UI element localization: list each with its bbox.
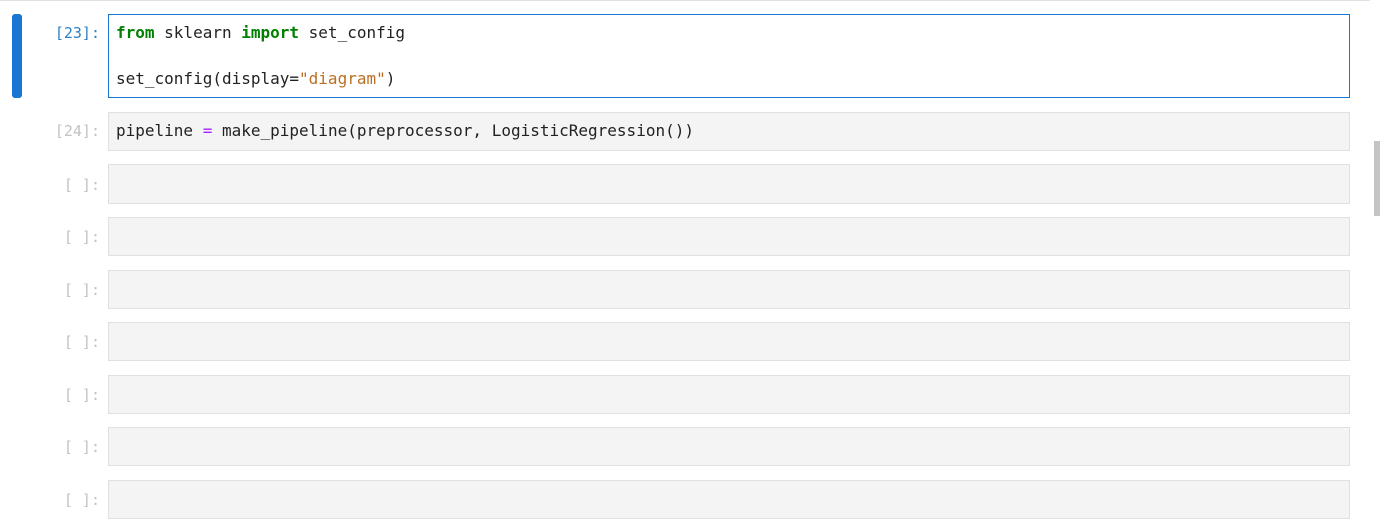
code-cell[interactable]: [ ]: xyxy=(0,164,1370,204)
code-token-plain: make_pipeline(preprocessor, LogisticRegr… xyxy=(212,121,694,140)
cell-editor[interactable]: pipeline = make_pipeline(preprocessor, L… xyxy=(108,112,1350,151)
code-cell[interactable]: [ ]: xyxy=(0,480,1370,519)
execution-count-prompt: [ ]: xyxy=(63,386,100,404)
execution-count-prompt: [ ]: xyxy=(63,228,100,246)
execution-count-prompt: [ ]: xyxy=(63,176,100,194)
scrollbar-thumb[interactable] xyxy=(1374,141,1380,216)
execution-count-prompt: [ ]: xyxy=(63,438,100,456)
cell-editor[interactable] xyxy=(108,427,1350,466)
code-token-plain: set_config(display= xyxy=(116,69,300,88)
cell-editor[interactable] xyxy=(108,322,1350,361)
code-cell[interactable]: [23]: from sklearn import set_config set_c… xyxy=(0,14,1370,98)
cell-editor[interactable] xyxy=(108,270,1350,309)
cell-editor[interactable]: from sklearn import set_config set_config… xyxy=(108,14,1350,98)
code-token-plain: sklearn xyxy=(154,23,242,42)
code-line: from sklearn import set_config xyxy=(116,23,405,43)
code-token-plain: ) xyxy=(385,69,396,88)
code-cell[interactable]: [ ]: xyxy=(0,270,1370,309)
code-token-str: "diagram" xyxy=(299,69,386,88)
code-cell[interactable]: [24]: pipeline = make_pipeline(preprocess… xyxy=(0,112,1370,151)
cell-editor[interactable] xyxy=(108,480,1350,519)
execution-count-prompt: [ ]: xyxy=(63,281,100,299)
cell-editor[interactable] xyxy=(108,217,1350,256)
code-token-plain: pipeline xyxy=(116,121,203,140)
code-cell[interactable]: [ ]: xyxy=(0,427,1370,466)
code-line: set_config(display="diagram") xyxy=(116,69,395,89)
scrollbar-track[interactable] xyxy=(1371,0,1380,527)
code-token-kw: from xyxy=(116,23,155,42)
code-token-plain: set_config xyxy=(299,23,405,42)
notebook-panel: [23]: from sklearn import set_config set_c… xyxy=(0,0,1380,527)
cell-editor[interactable] xyxy=(108,164,1350,204)
code-token-op: = xyxy=(202,121,213,140)
toolbar-divider xyxy=(0,0,1370,1)
cell-editor[interactable] xyxy=(108,375,1350,414)
code-token-kw: import xyxy=(241,23,300,42)
code-cell[interactable]: [ ]: xyxy=(0,375,1370,414)
code-line: pipeline = make_pipeline(preprocessor, L… xyxy=(116,121,694,141)
execution-count-prompt: [23]: xyxy=(54,24,100,42)
execution-count-prompt: [ ]: xyxy=(63,491,100,509)
execution-count-prompt: [24]: xyxy=(54,122,100,140)
code-cell[interactable]: [ ]: xyxy=(0,322,1370,361)
execution-count-prompt: [ ]: xyxy=(63,333,100,351)
code-cell[interactable]: [ ]: xyxy=(0,217,1370,256)
